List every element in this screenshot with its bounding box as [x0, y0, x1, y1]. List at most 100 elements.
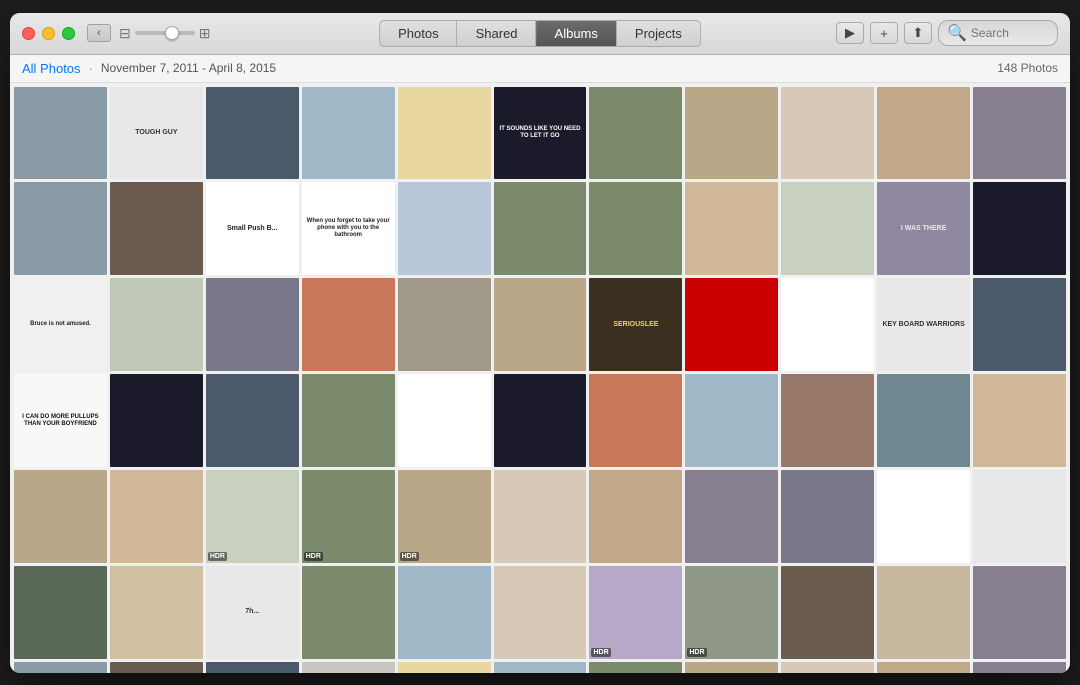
photo-cell[interactable]: [110, 662, 203, 672]
photo-cell[interactable]: [14, 662, 107, 672]
photo-cell[interactable]: [398, 662, 491, 672]
photo-cell[interactable]: [398, 182, 491, 275]
photo-cell[interactable]: [973, 87, 1066, 180]
photo-cell[interactable]: IT SOUNDS LIKE YOU NEED TO LET IT GO: [494, 87, 587, 180]
zoom-slider[interactable]: [135, 31, 195, 35]
photo-cell[interactable]: HDR: [589, 566, 682, 659]
photo-cell[interactable]: When you forget to take your phone with …: [302, 182, 395, 275]
photo-cell[interactable]: [781, 374, 874, 467]
photo-cell[interactable]: [781, 278, 874, 371]
photo-cell[interactable]: [206, 87, 299, 180]
photo-thumb: [973, 566, 1066, 659]
photo-cell[interactable]: [877, 374, 970, 467]
close-button[interactable]: [22, 27, 35, 40]
photo-cell[interactable]: [685, 470, 778, 563]
tab-projects[interactable]: Projects: [617, 20, 701, 47]
photo-cell[interactable]: [589, 182, 682, 275]
photo-cell[interactable]: [781, 470, 874, 563]
back-button[interactable]: ‹: [87, 24, 111, 42]
photo-cell[interactable]: [877, 87, 970, 180]
photo-thumb: [302, 278, 395, 371]
photo-cell[interactable]: [302, 87, 395, 180]
photo-cell[interactable]: [494, 566, 587, 659]
search-box[interactable]: 🔍: [938, 20, 1058, 46]
photo-grid: TOUGH GUY IT SOUNDS LIKE YOU NEED TO LET …: [14, 87, 1066, 673]
photo-cell[interactable]: [302, 662, 395, 672]
photo-cell[interactable]: [494, 374, 587, 467]
photo-cell[interactable]: Small Push B...: [206, 182, 299, 275]
photo-cell[interactable]: [877, 470, 970, 563]
photo-cell[interactable]: [398, 566, 491, 659]
photo-cell[interactable]: [14, 87, 107, 180]
photo-cell[interactable]: [494, 278, 587, 371]
photo-cell[interactable]: I WAS THERE: [877, 182, 970, 275]
photo-cell[interactable]: [110, 278, 203, 371]
photo-cell[interactable]: [973, 470, 1066, 563]
photo-cell[interactable]: [877, 566, 970, 659]
photo-cell[interactable]: [110, 182, 203, 275]
photo-grid-container[interactable]: TOUGH GUY IT SOUNDS LIKE YOU NEED TO LET …: [10, 83, 1070, 673]
photo-cell[interactable]: [685, 278, 778, 371]
photo-cell[interactable]: [494, 182, 587, 275]
photo-cell[interactable]: [494, 470, 587, 563]
photo-cell[interactable]: HDR: [589, 662, 682, 672]
tab-photos[interactable]: Photos: [379, 20, 457, 47]
photo-cell[interactable]: [877, 662, 970, 672]
photo-cell[interactable]: [110, 470, 203, 563]
photo-cell[interactable]: [206, 374, 299, 467]
photo-cell[interactable]: [110, 374, 203, 467]
photo-thumb: [398, 566, 491, 659]
breadcrumb-all-photos[interactable]: All Photos: [22, 61, 81, 76]
photo-cell[interactable]: [781, 662, 874, 672]
photo-cell[interactable]: [206, 662, 299, 672]
maximize-button[interactable]: [62, 27, 75, 40]
photo-cell[interactable]: [781, 566, 874, 659]
photo-cell[interactable]: [781, 87, 874, 180]
photo-cell[interactable]: [206, 278, 299, 371]
photo-cell[interactable]: [302, 278, 395, 371]
photo-cell[interactable]: Bruce is not amused.: [14, 278, 107, 371]
photo-cell[interactable]: HDR: [398, 470, 491, 563]
photo-cell[interactable]: [973, 374, 1066, 467]
photo-cell[interactable]: [589, 470, 682, 563]
photo-cell[interactable]: [685, 87, 778, 180]
play-button[interactable]: ▶: [836, 22, 864, 44]
photo-cell[interactable]: KEY BOARD WARRIORS: [877, 278, 970, 371]
photo-cell[interactable]: HDR: [685, 566, 778, 659]
photo-cell[interactable]: [110, 566, 203, 659]
photo-cell[interactable]: [14, 470, 107, 563]
photo-thumb: [877, 566, 970, 659]
photo-cell[interactable]: [685, 374, 778, 467]
photo-cell[interactable]: [973, 662, 1066, 672]
photo-cell[interactable]: [494, 662, 587, 672]
photo-cell[interactable]: [398, 278, 491, 371]
photo-cell[interactable]: [973, 182, 1066, 275]
photo-cell[interactable]: [302, 374, 395, 467]
photo-cell[interactable]: [302, 566, 395, 659]
minimize-button[interactable]: [42, 27, 55, 40]
tab-shared[interactable]: Shared: [458, 20, 537, 47]
photo-cell[interactable]: SERIOUSLEE: [589, 278, 682, 371]
photo-cell[interactable]: TOUGH GUY: [110, 87, 203, 180]
photo-cell[interactable]: [973, 278, 1066, 371]
photo-cell[interactable]: [14, 182, 107, 275]
share-button[interactable]: ⬆: [904, 22, 932, 44]
search-input[interactable]: [971, 26, 1061, 40]
photo-cell[interactable]: 7h...: [206, 566, 299, 659]
photo-cell[interactable]: I CAN DO MORE PULLUPS THAN YOUR BOYFRIEN…: [14, 374, 107, 467]
photo-cell[interactable]: [14, 566, 107, 659]
photo-cell[interactable]: [685, 182, 778, 275]
photo-cell[interactable]: [589, 374, 682, 467]
photo-cell[interactable]: HDR: [206, 470, 299, 563]
photo-cell[interactable]: [781, 182, 874, 275]
photo-cell[interactable]: [398, 374, 491, 467]
add-button[interactable]: +: [870, 22, 898, 44]
photo-cell[interactable]: [973, 566, 1066, 659]
photo-thumb: [110, 566, 203, 659]
photo-cell[interactable]: HDR: [302, 470, 395, 563]
photo-cell[interactable]: [589, 87, 682, 180]
photo-cell[interactable]: HDR: [685, 662, 778, 672]
tab-albums[interactable]: Albums: [537, 20, 617, 47]
photo-thumb: [877, 470, 970, 563]
photo-cell[interactable]: [398, 87, 491, 180]
